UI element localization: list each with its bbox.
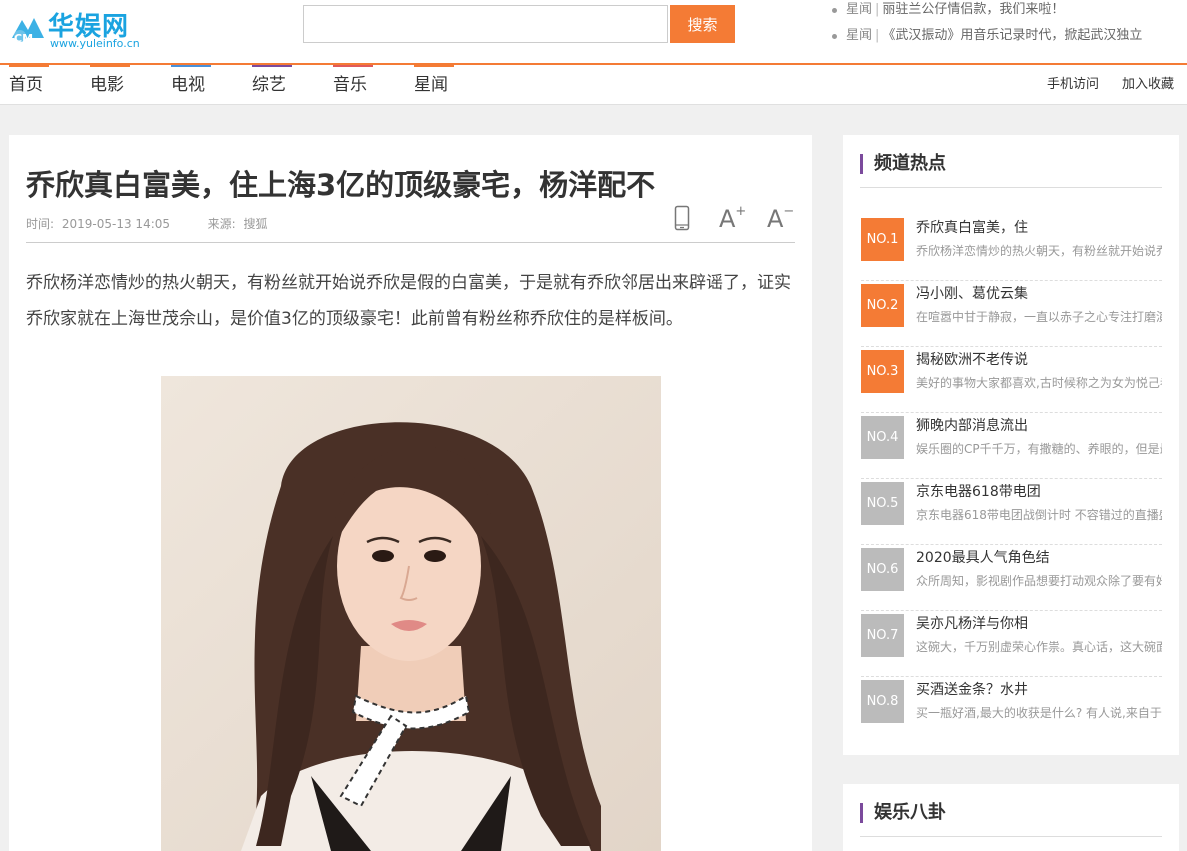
hot-item-title[interactable]: 狮晚内部消息流出 xyxy=(916,415,1162,435)
font-decrease-label: A xyxy=(767,205,784,233)
hot-item-title[interactable]: 买酒送金条？水井 xyxy=(916,679,1162,699)
hot-item-desc: 京东电器618带电团战倒计时 不容错过的直播盛宴 xyxy=(916,508,1162,522)
article-panel: 乔欣真白富美，住上海3亿的顶级豪宅，杨洋配不 时间: 2019-05-13 14… xyxy=(9,135,812,851)
nav-accent-bar xyxy=(333,65,373,67)
article-body: 乔欣杨洋恋情炒的热火朝天，有粉丝就开始说乔欣是假的白富美，于是就有乔欣邻居出来辟… xyxy=(26,273,791,329)
hot-list-item[interactable]: NO.8 买酒送金条？水井买一瓶好酒,最大的收获是什么? 有人说,来自于酒 xyxy=(861,677,1162,743)
add-favorite-link[interactable]: 加入收藏 xyxy=(1122,65,1174,105)
hot-item-desc: 这碗大，千万别虚荣心作祟。真心话，这大碗面 xyxy=(916,640,1162,654)
hot-list-item[interactable]: NO.6 2020最具人气角色结众所周知，影视剧作品想要打动观众除了要有好的 xyxy=(861,545,1162,611)
article-divider xyxy=(26,242,795,243)
hot-item-title[interactable]: 冯小刚、葛优云集 xyxy=(916,283,1162,303)
channel-hot-box: 频道热点 NO.1 乔欣真白富美，住乔欣杨洋恋情炒的热火朝天，有粉丝就开始说乔欣是… xyxy=(843,135,1179,755)
plus-icon: + xyxy=(735,204,747,219)
top-news-category[interactable]: 星闻 xyxy=(846,2,872,17)
site-logo[interactable]: CM 华娱网 www.yuleinfo.cn xyxy=(8,6,148,50)
hot-list-item[interactable]: NO.1 乔欣真白富美，住乔欣杨洋恋情炒的热火朝天，有粉丝就开始说乔欣是假的白富美 xyxy=(861,215,1162,281)
nav-accent-bar xyxy=(9,65,49,67)
rank-badge: NO.6 xyxy=(861,548,904,591)
time-label: 时间: xyxy=(26,217,55,231)
publish-time: 2019-05-13 14:05 xyxy=(61,217,171,231)
hot-list-item[interactable]: NO.4 狮晚内部消息流出娱乐圈的CP千千万，有撒糖的、养眼的，但是最 xyxy=(861,413,1162,479)
nav-item-label: 音乐 xyxy=(333,75,367,95)
hot-item-desc: 在喧嚣中甘于静寂，一直以赤子之心专注打磨演技 xyxy=(916,310,1162,324)
rank-badge: NO.5 xyxy=(861,482,904,525)
phone-icon xyxy=(674,205,690,231)
search-input[interactable] xyxy=(303,5,668,43)
nav-item-label: 电视 xyxy=(171,75,205,95)
nav-item-tv[interactable]: 电视 xyxy=(171,65,211,105)
separator: | xyxy=(875,28,880,43)
nav-accent-bar xyxy=(90,65,130,67)
hot-list-item[interactable]: NO.2 冯小刚、葛优云集在喧嚣中甘于静寂，一直以赤子之心专注打磨演技 xyxy=(861,281,1162,347)
gossip-title: 娱乐八卦 xyxy=(860,803,946,823)
nav-item-celebrity[interactable]: 星闻 xyxy=(414,65,454,105)
rank-badge: NO.2 xyxy=(861,284,904,327)
nav-item-music[interactable]: 音乐 xyxy=(333,65,373,105)
logo-url: www.yuleinfo.cn xyxy=(50,37,140,50)
source-label: 来源: xyxy=(207,217,236,231)
nav-accent-bar xyxy=(414,65,454,67)
top-news-title[interactable]: 丽驻兰公仔情侣款，我们来啦！ xyxy=(882,2,1064,17)
separator: | xyxy=(875,2,880,17)
article-title: 乔欣真白富美，住上海3亿的顶级豪宅，杨洋配不 xyxy=(26,168,656,202)
top-news-category[interactable]: 星闻 xyxy=(846,28,872,43)
article-source: 搜狐 xyxy=(243,217,268,231)
rank-badge: NO.3 xyxy=(861,350,904,393)
hot-item-title[interactable]: 乔欣真白富美，住 xyxy=(916,217,1162,237)
article-photo xyxy=(161,376,661,851)
bullet-icon xyxy=(832,8,837,13)
article-meta: 时间: 2019-05-13 14:05 来源: 搜狐 xyxy=(26,215,272,232)
top-news-item[interactable]: 星闻 | 《武汉振动》用音乐记录时代，掀起武汉独立 xyxy=(832,27,1182,53)
channel-hot-title: 频道热点 xyxy=(860,154,946,174)
hot-item-desc: 买一瓶好酒,最大的收获是什么? 有人说,来自于酒 xyxy=(916,706,1162,720)
hot-item-desc: 娱乐圈的CP千千万，有撒糖的、养眼的，但是最 xyxy=(916,442,1162,456)
gossip-box: 娱乐八卦 xyxy=(843,784,1179,851)
minus-icon: − xyxy=(783,204,795,219)
hot-item-title[interactable]: 2020最具人气角色结 xyxy=(916,547,1162,567)
hot-list: NO.1 乔欣真白富美，住乔欣杨洋恋情炒的热火朝天，有粉丝就开始说乔欣是假的白富美… xyxy=(861,215,1162,743)
nav-accent-bar xyxy=(171,65,211,67)
mobile-visit-link[interactable]: 手机访问 xyxy=(1047,65,1099,105)
font-increase-label: A xyxy=(719,205,736,233)
hot-list-item[interactable]: NO.7 吴亦凡杨洋与你相这碗大，千万别虚荣心作祟。真心话，这大碗面 xyxy=(861,611,1162,677)
hot-item-title[interactable]: 揭秘欧洲不老传说 xyxy=(916,349,1162,369)
box-divider xyxy=(860,187,1162,188)
main-nav: 首页 电影 电视 综艺 音乐 星闻 手机访问 加入收藏 xyxy=(0,65,1187,105)
box-divider xyxy=(860,836,1162,837)
top-news-item[interactable]: 星闻 | 丽驻兰公仔情侣款，我们来啦！ xyxy=(832,1,1182,27)
nav-item-label: 首页 xyxy=(9,75,43,95)
font-decrease-button[interactable]: A− xyxy=(767,204,795,235)
rank-badge: NO.7 xyxy=(861,614,904,657)
rank-badge: NO.1 xyxy=(861,218,904,261)
hot-list-item[interactable]: NO.3 揭秘欧洲不老传说美好的事物大家都喜欢,古时候称之为女为悦己者容 xyxy=(861,347,1162,413)
font-increase-button[interactable]: A+ xyxy=(719,204,747,235)
rank-badge: NO.8 xyxy=(861,680,904,723)
nav-item-label: 电影 xyxy=(90,75,124,95)
site-header: CM 华娱网 www.yuleinfo.cn 搜索 星闻 | 丽驻兰公仔情侣款，我们… xyxy=(0,0,1187,63)
nav-item-variety[interactable]: 综艺 xyxy=(252,65,292,105)
top-news-list: 星闻 | 丽驻兰公仔情侣款，我们来啦！ 星闻 | 《武汉振动》用音乐记录时代，掀起武汉独… xyxy=(832,1,1182,53)
nav-accent-bar xyxy=(252,65,292,67)
mobile-view-icon[interactable] xyxy=(674,205,690,235)
bullet-icon xyxy=(832,34,837,39)
hot-item-desc: 乔欣杨洋恋情炒的热火朝天，有粉丝就开始说乔欣是假的白富美 xyxy=(916,244,1162,258)
hot-item-desc: 众所周知，影视剧作品想要打动观众除了要有好的 xyxy=(916,574,1162,588)
nav-item-label: 星闻 xyxy=(414,75,448,95)
search-button[interactable]: 搜索 xyxy=(670,5,735,43)
hot-item-title[interactable]: 京东电器618带电团 xyxy=(916,481,1162,501)
rank-badge: NO.4 xyxy=(861,416,904,459)
hot-item-title[interactable]: 吴亦凡杨洋与你相 xyxy=(916,613,1162,633)
nav-item-label: 综艺 xyxy=(252,75,286,95)
logo-icon: CM xyxy=(12,18,44,45)
top-news-title[interactable]: 《武汉振动》用音乐记录时代，掀起武汉独立 xyxy=(882,28,1142,43)
nav-item-home[interactable]: 首页 xyxy=(9,65,49,105)
nav-item-movie[interactable]: 电影 xyxy=(90,65,130,105)
svg-text:CM: CM xyxy=(14,32,33,45)
hot-list-item[interactable]: NO.5 京东电器618带电团京东电器618带电团战倒计时 不容错过的直播盛宴 xyxy=(861,479,1162,545)
portrait-illustration xyxy=(161,376,661,851)
hot-item-desc: 美好的事物大家都喜欢,古时候称之为女为悦己者容 xyxy=(916,376,1162,390)
